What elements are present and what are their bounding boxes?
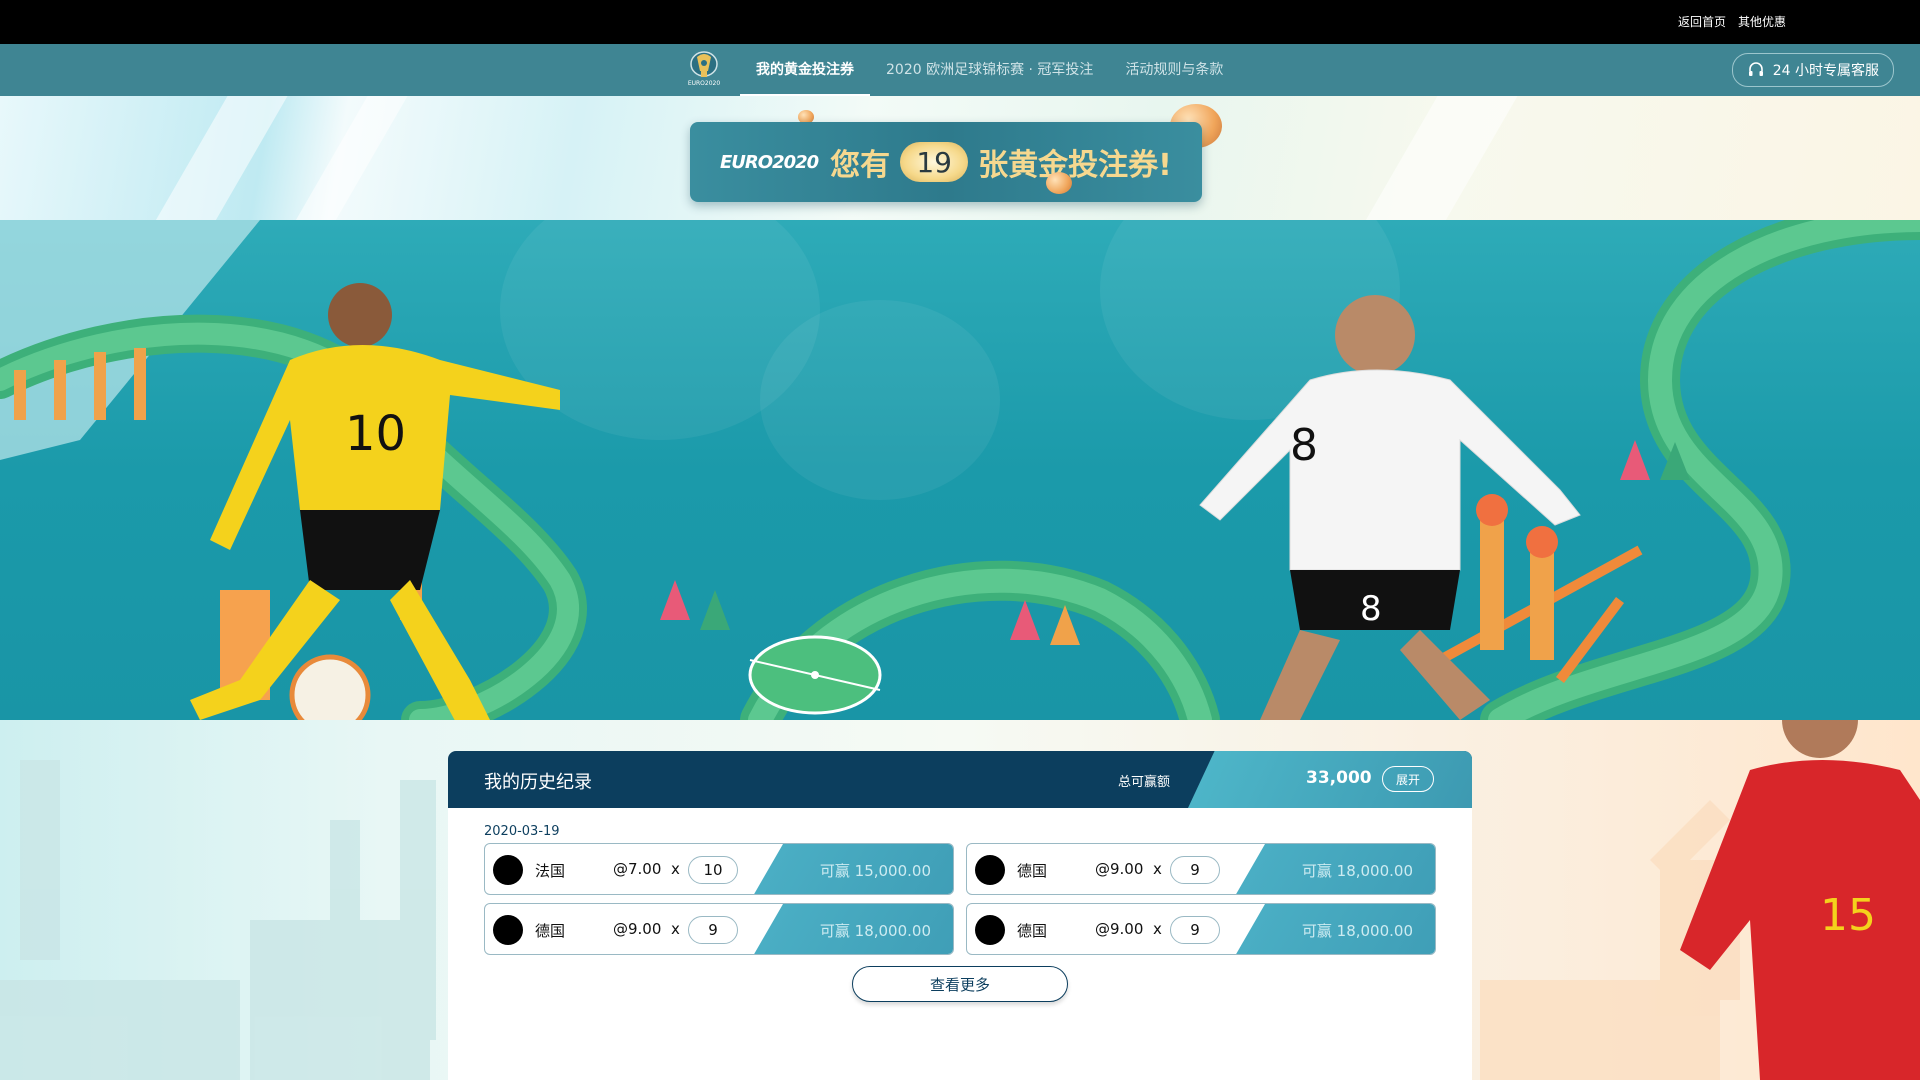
bet-multiplier: x — [671, 920, 680, 938]
logo-text: EURO2020 — [687, 80, 721, 87]
bet-quantity: 9 — [1170, 856, 1220, 884]
svg-text:8: 8 — [1290, 420, 1318, 471]
view-more-button[interactable]: 查看更多 — [852, 966, 1068, 1002]
bet-quantity: 9 — [1170, 916, 1220, 944]
bet-record: 德国 @9.00 x 9 可赢 18,000.00 — [484, 903, 954, 955]
bet-win-amount: 可赢 18,000.00 — [819, 922, 931, 940]
coupon-suffix: 张黄金投注券! — [978, 148, 1172, 183]
svg-text:10: 10 — [345, 406, 406, 462]
total-win-label: 总可赢额 — [1118, 775, 1171, 790]
top-links: 返回首页 其他优惠 — [1678, 13, 1786, 30]
history-header: 我的历史纪录 总可赢额 33,000 展开 — [448, 751, 1472, 808]
team-flag-icon — [975, 915, 1005, 945]
bet-odds: @7.00 — [613, 860, 662, 878]
total-win-value: 33,000 — [1306, 768, 1372, 788]
team-flag-icon — [493, 855, 523, 885]
headset-icon — [1748, 62, 1763, 76]
player-red-jersey: 15 — [1680, 720, 1920, 1080]
bet-quantity: 9 — [688, 916, 738, 944]
player-yellow-jersey: 10 — [190, 283, 560, 720]
coupon-count: 19 — [900, 142, 969, 182]
decor-stripe — [1356, 96, 1524, 220]
history-title: 我的历史纪录 — [484, 772, 592, 793]
svg-text:8: 8 — [1360, 589, 1382, 629]
bet-win-amount: 可赢 18,000.00 — [1301, 862, 1413, 880]
bet-odds: @9.00 — [1095, 920, 1144, 938]
coupon-banner: EURO2020 您有 19 张黄金投注券! — [690, 122, 1202, 202]
svg-text:15: 15 — [1820, 890, 1876, 941]
bet-win-amount: 可赢 18,000.00 — [1301, 922, 1413, 940]
bet-record: 德国 @9.00 x 9 可赢 18,000.00 — [966, 843, 1436, 895]
team-flag-icon — [975, 855, 1005, 885]
bet-multiplier: x — [1153, 920, 1162, 938]
history-date: 2020-03-19 — [484, 824, 560, 839]
coupon-brand: EURO2020 — [720, 151, 819, 173]
bet-multiplier: x — [1153, 860, 1162, 878]
coupon-prefix: 您有 — [830, 148, 891, 183]
bet-record: 法国 @7.00 x 10 可赢 15,000.00 — [484, 843, 954, 895]
bet-team: 德国 — [1017, 862, 1048, 880]
bet-odds: @9.00 — [1095, 860, 1144, 878]
decor-stripe — [286, 96, 414, 220]
bet-multiplier: x — [671, 860, 680, 878]
coupon-strip: EURO2020 您有 19 张黄金投注券! — [0, 96, 1920, 220]
bet-team: 德国 — [535, 922, 566, 940]
decor-stripe — [146, 96, 294, 220]
tab-my-gold-coupons[interactable]: 我的黄金投注券 — [740, 44, 870, 96]
bet-team: 法国 — [535, 862, 566, 880]
expand-button[interactable]: 展开 — [1382, 766, 1434, 792]
player-white-jersey: 8 8 — [1199, 295, 1581, 720]
tab-rules-and-terms[interactable]: 活动规则与条款 — [1109, 44, 1239, 96]
top-bar: 返回首页 其他优惠 — [0, 0, 1920, 44]
other-offers-link[interactable]: 其他优惠 — [1738, 13, 1786, 30]
bet-team: 德国 — [1017, 922, 1048, 940]
bet-quantity: 10 — [688, 856, 738, 884]
hero-banner: 10 8 8 — [0, 220, 1920, 720]
bet-record: 德国 @9.00 x 9 可赢 18,000.00 — [966, 903, 1436, 955]
euro2020-logo[interactable]: EURO2020 — [686, 49, 722, 91]
main-nav: EURO2020 我的黄金投注券 2020 欧洲足球锦标赛 · 冠军投注 活动规… — [0, 44, 1920, 96]
nav-tabs: 我的黄金投注券 2020 欧洲足球锦标赛 · 冠军投注 活动规则与条款 — [740, 44, 1239, 96]
history-panel: 我的历史纪录 总可赢额 33,000 展开 2020-03-19 法国 @7.0… — [448, 751, 1472, 1080]
tab-euro2020-champion-bet[interactable]: 2020 欧洲足球锦标赛 · 冠军投注 — [870, 44, 1109, 96]
support-label: 24 小时专属客服 — [1772, 63, 1879, 79]
bet-win-amount: 可赢 15,000.00 — [819, 862, 931, 880]
bet-odds: @9.00 — [613, 920, 662, 938]
team-flag-icon — [493, 915, 523, 945]
home-link[interactable]: 返回首页 — [1678, 13, 1726, 30]
ball-decoration — [1046, 172, 1072, 194]
support-button[interactable]: 24 小时专属客服 — [1731, 53, 1894, 87]
